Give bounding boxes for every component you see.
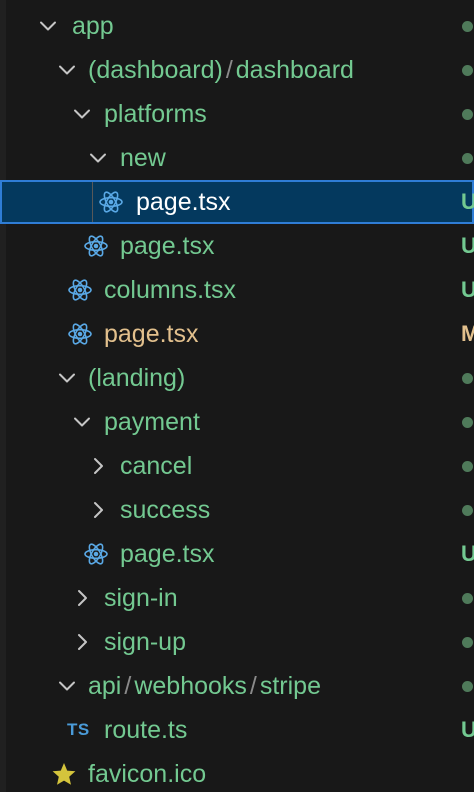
react-icon bbox=[98, 189, 124, 215]
folder-label: platforms bbox=[104, 98, 207, 130]
folder-name-segment: api bbox=[88, 672, 122, 700]
folder-row-api-webhooks-stripe[interactable]: api / webhooks / stripe bbox=[0, 664, 474, 708]
folder-name-segment: (dashboard) bbox=[88, 56, 223, 84]
react-icon bbox=[67, 277, 93, 303]
folder-row-sign-up[interactable]: sign-up bbox=[0, 620, 474, 664]
chevron-down-icon[interactable] bbox=[36, 14, 60, 38]
git-status-dot bbox=[462, 21, 473, 32]
chevron-down-icon[interactable] bbox=[70, 102, 94, 126]
file-row-page-tsx[interactable]: page.tsx M bbox=[0, 312, 474, 356]
chevron-right-icon[interactable] bbox=[86, 454, 110, 478]
git-status-dot bbox=[462, 461, 473, 472]
folder-name-segment: webhooks bbox=[134, 672, 247, 700]
file-label: page.tsx bbox=[104, 320, 199, 348]
folder-name-segment: (landing) bbox=[88, 364, 186, 392]
file-label: page.tsx bbox=[120, 540, 215, 568]
path-separator: / bbox=[249, 672, 257, 700]
folder-name-segment: platforms bbox=[104, 100, 207, 128]
file-label: columns.tsx bbox=[104, 276, 236, 304]
git-status-badge: U bbox=[461, 277, 474, 302]
git-status-dot bbox=[462, 681, 473, 692]
path-separator: / bbox=[124, 672, 132, 700]
folder-name-segment: dashboard bbox=[235, 56, 354, 84]
folder-label: new bbox=[120, 142, 166, 174]
chevron-down-icon[interactable] bbox=[55, 366, 79, 390]
folder-row-cancel[interactable]: cancel bbox=[0, 444, 474, 488]
file-explorer: app (dashboard) / dashboard platforms new page… bbox=[0, 0, 474, 792]
file-label: page.tsx bbox=[136, 188, 231, 216]
folder-label: cancel bbox=[120, 450, 192, 482]
folder-label: app bbox=[72, 10, 114, 42]
chevron-down-icon[interactable] bbox=[55, 674, 79, 698]
folder-label: sign-up bbox=[104, 626, 186, 658]
chevron-right-icon[interactable] bbox=[70, 630, 94, 654]
git-status-dot bbox=[462, 153, 473, 164]
folder-label: (dashboard) / dashboard bbox=[88, 54, 354, 86]
git-status-badge: U bbox=[461, 541, 474, 566]
file-label: page.tsx bbox=[120, 232, 215, 260]
folder-label: api / webhooks / stripe bbox=[88, 670, 321, 702]
folder-row-sign-in[interactable]: sign-in bbox=[0, 576, 474, 620]
folder-label: payment bbox=[104, 406, 200, 438]
file-row-page-tsx[interactable]: page.tsx U bbox=[0, 532, 474, 576]
folder-row-dashboard-dashboard[interactable]: (dashboard) / dashboard bbox=[0, 48, 474, 92]
folder-name-segment: success bbox=[120, 496, 211, 524]
folder-name-segment: new bbox=[120, 144, 166, 172]
git-status-badge: U bbox=[461, 717, 474, 742]
file-row-page-tsx[interactable]: page.tsx U bbox=[0, 224, 474, 268]
file-row-route-ts[interactable]: TS route.ts U bbox=[0, 708, 474, 752]
folder-label: success bbox=[120, 494, 210, 526]
folder-row-new[interactable]: new bbox=[0, 136, 474, 180]
folder-name-segment: stripe bbox=[259, 672, 321, 700]
git-status-dot bbox=[462, 593, 473, 604]
git-status-badge: U bbox=[461, 233, 474, 258]
typescript-icon: TS bbox=[67, 720, 90, 739]
folder-row-success[interactable]: success bbox=[0, 488, 474, 532]
chevron-down-icon[interactable] bbox=[70, 410, 94, 434]
folder-name-segment: sign-up bbox=[104, 628, 186, 656]
git-status-dot bbox=[462, 637, 473, 648]
folder-name-segment: cancel bbox=[120, 452, 193, 480]
folder-row-payment[interactable]: payment bbox=[0, 400, 474, 444]
folder-name-segment: sign-in bbox=[104, 584, 178, 612]
react-icon bbox=[83, 541, 109, 567]
git-status-dot bbox=[462, 65, 473, 76]
indent-guide bbox=[92, 182, 93, 222]
path-separator: / bbox=[225, 56, 233, 84]
react-icon bbox=[83, 233, 109, 259]
folder-row-platforms[interactable]: platforms bbox=[0, 92, 474, 136]
chevron-right-icon[interactable] bbox=[86, 498, 110, 522]
chevron-down-icon[interactable] bbox=[86, 146, 110, 170]
folder-name-segment: payment bbox=[104, 408, 200, 436]
file-row-columns-tsx[interactable]: columns.tsx U bbox=[0, 268, 474, 312]
folder-label: sign-in bbox=[104, 582, 178, 614]
git-status-badge: M bbox=[461, 321, 474, 346]
chevron-right-icon[interactable] bbox=[70, 586, 94, 610]
folder-row-app[interactable]: app bbox=[0, 4, 474, 48]
react-icon bbox=[67, 321, 93, 347]
git-status-badge: U bbox=[461, 189, 474, 214]
folder-name-segment: app bbox=[72, 12, 114, 40]
file-row-page-tsx[interactable]: page.tsx U bbox=[0, 180, 474, 224]
folder-row-landing[interactable]: (landing) bbox=[0, 356, 474, 400]
file-row-favicon-ico[interactable]: favicon.ico bbox=[0, 752, 474, 792]
chevron-down-icon[interactable] bbox=[55, 58, 79, 82]
git-status-dot bbox=[462, 417, 473, 428]
folder-label: (landing) bbox=[88, 362, 185, 394]
file-label: route.ts bbox=[104, 716, 188, 744]
git-status-dot bbox=[462, 109, 473, 120]
star-icon bbox=[51, 761, 77, 787]
git-status-dot bbox=[462, 505, 473, 516]
file-label: favicon.ico bbox=[88, 760, 207, 788]
git-status-dot bbox=[462, 373, 473, 384]
